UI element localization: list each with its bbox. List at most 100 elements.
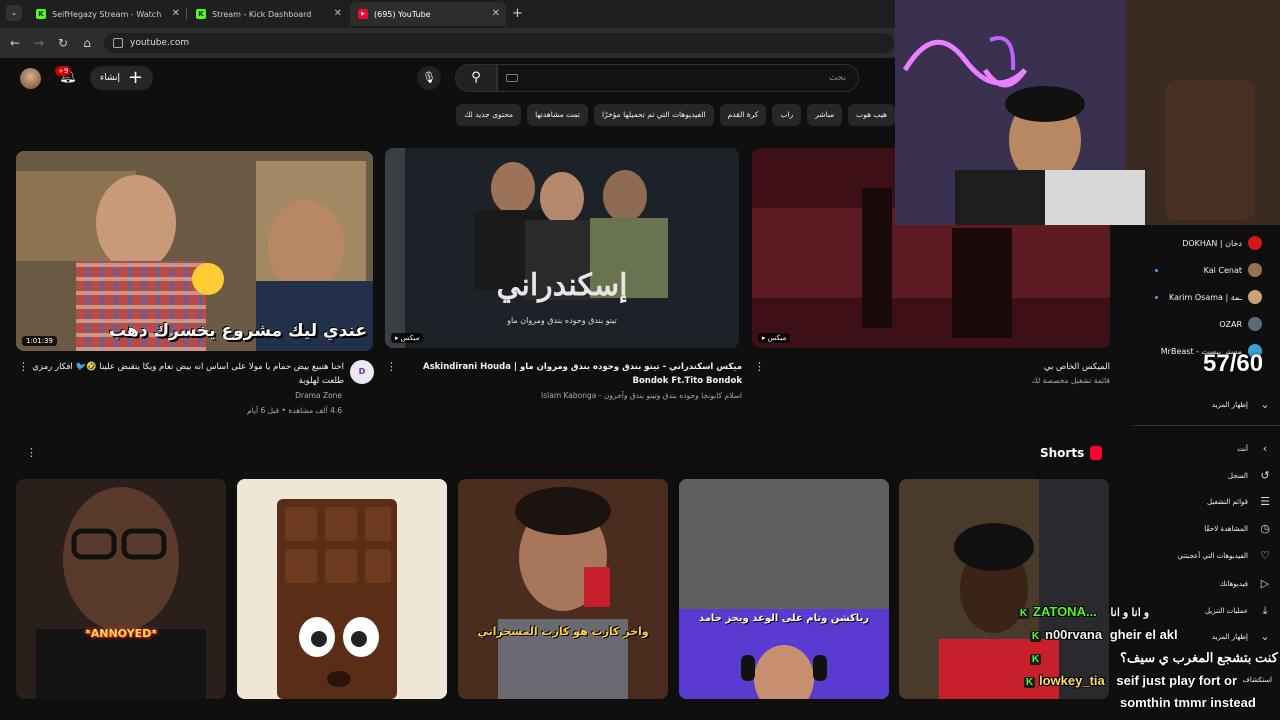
- create-label: إنشاء: [100, 73, 121, 83]
- chat-text: somthin tmmr instead: [1120, 695, 1256, 710]
- shorts-more-icon[interactable]: ⋮: [26, 446, 37, 459]
- back-arrow-icon[interactable]: ←: [8, 36, 22, 50]
- forward-arrow-icon[interactable]: →: [32, 36, 46, 50]
- subscription-ozar[interactable]: OZAR: [1219, 316, 1262, 332]
- thumbs-up-icon: ♡: [1260, 549, 1270, 562]
- close-tab-icon[interactable]: ✕: [334, 8, 342, 19]
- download-icon: ⤓: [1262, 604, 1268, 617]
- short-art: [16, 479, 226, 699]
- kick-icon: K: [1030, 654, 1041, 665]
- new-tab-button[interactable]: +: [512, 6, 523, 21]
- kick-icon: K: [1030, 631, 1041, 642]
- chat-message: K كنت بتشجع المغرب ي سيف؟: [1030, 650, 1278, 665]
- channel-avatar: [1248, 317, 1262, 331]
- subscriptions-show-more[interactable]: ⌄ إظهار المزيد: [1212, 396, 1272, 414]
- video-thumbnail[interactable]: عندي ليك مشروع يخسرك دهب 1:01:39: [16, 151, 373, 351]
- you-item-playlists[interactable]: ☰ قوائم التشغيل: [1207, 493, 1272, 511]
- video-title[interactable]: احنا هنبيع بيض حمام يا مولا على اساس انه…: [30, 360, 344, 388]
- plus-icon: +: [128, 67, 144, 88]
- microphone-icon[interactable]: 🎙︎: [417, 66, 441, 90]
- filter-chips: هيب هوب مباشر راب كرة القدم الفيديوهات ا…: [455, 104, 895, 126]
- chip-recently-uploaded[interactable]: الفيديوهات التي تم تحميلها مؤخرًا: [593, 104, 714, 126]
- more-options-icon[interactable]: ⋮: [386, 360, 397, 373]
- more-options-icon[interactable]: ⋮: [18, 360, 29, 373]
- webcam-overlay: [895, 0, 1280, 225]
- chip-hiphop[interactable]: هيب هوب: [848, 104, 895, 126]
- url-field[interactable]: youtube.com: [104, 33, 894, 53]
- chat-message: Kn00rvana gheir el akl: [1030, 627, 1178, 642]
- reload-icon[interactable]: ↻: [56, 36, 70, 50]
- site-info-icon[interactable]: [113, 38, 123, 48]
- chip-live[interactable]: مباشر: [807, 104, 843, 126]
- short-card[interactable]: رياكشن وتام على الوعد ويجز جامد: [679, 479, 889, 699]
- chip-new-to-you[interactable]: محتوى جديد لك: [456, 104, 522, 126]
- chat-message: somthin tmmr instead: [1120, 695, 1256, 710]
- shorts-heading: Shorts: [1040, 446, 1103, 460]
- chat-message: K ZATONA... و انا و انا: [1018, 604, 1149, 619]
- short-caption: رياكشن وتام على الوعد ويجز جامد: [698, 613, 870, 624]
- close-tab-icon[interactable]: ✕: [172, 8, 180, 19]
- mix-badge: ▸ ميكس: [391, 333, 424, 343]
- search-button[interactable]: ⚲: [455, 64, 497, 92]
- tab-seifhegazy-stream[interactable]: K SeifHegazy Stream - Watch Live ✕: [28, 2, 186, 26]
- subscription-karim-osama[interactable]: Karim Osama | ـمة: [1169, 289, 1262, 305]
- account-avatar[interactable]: [20, 68, 41, 89]
- video-thumbnail[interactable]: إسكندراني تيتو بندق وحوده بندق ومروان ما…: [385, 148, 739, 348]
- short-card[interactable]: [899, 479, 1109, 699]
- video-meta: 4.6 ألف مشاهدة • قبل 6 أيام: [246, 406, 342, 415]
- chevron-right-icon: ›: [1262, 442, 1268, 455]
- thumbnail-caption: عندي ليك مشروع يخسرك دهب: [109, 321, 367, 341]
- more-options-icon[interactable]: ⋮: [754, 360, 765, 373]
- channel-avatar[interactable]: D: [350, 360, 374, 384]
- short-caption: واخر كارت هو كارت المسحراتي: [477, 625, 649, 638]
- divider: [1133, 425, 1280, 426]
- chat-username: ZATONA...: [1033, 604, 1097, 619]
- you-item-liked[interactable]: ♡ الفيديوهات التي أعجبتني: [1177, 547, 1272, 565]
- you-item-show-more[interactable]: ⌄ إظهار المزيد: [1212, 628, 1272, 646]
- video-title[interactable]: ميكس اسكندراني - تيتو بندق وحوده بندق وم…: [400, 360, 742, 388]
- new-content-dot: [1155, 296, 1158, 299]
- you-item-your-videos[interactable]: ▷ فيديوهاتك: [1220, 575, 1272, 593]
- subscription-kai-cenat[interactable]: Kai Cenat: [1204, 262, 1262, 278]
- video-title[interactable]: الميكس الخاص بي: [900, 360, 1110, 374]
- video-meta: اسلام كابونجا وحوده بندق وتيتو بندق وآخر…: [541, 391, 742, 400]
- tab-kick-dashboard[interactable]: K Stream - Kick Dashboard ✕: [188, 2, 348, 26]
- short-art: [458, 479, 668, 699]
- chevron-down-icon: ⌄: [1260, 630, 1270, 643]
- keyboard-icon[interactable]: [506, 74, 518, 82]
- search-input[interactable]: بحث: [497, 64, 859, 92]
- chip-watched[interactable]: تمت مشاهدتها: [527, 104, 588, 126]
- chat-username: lowkey_tia: [1039, 673, 1105, 688]
- chip-football[interactable]: كرة القدم: [719, 104, 767, 126]
- youtube-masthead: 🔔︎ +9 إنشاء + 🎙︎ ⚲ بحث: [0, 58, 895, 98]
- tab-search-button[interactable]: ⌄: [6, 5, 22, 21]
- channel-avatar: [1248, 263, 1262, 277]
- chip-rap[interactable]: راب: [772, 104, 802, 126]
- kick-icon: K: [196, 9, 206, 19]
- kick-icon: K: [36, 9, 46, 19]
- goal-counter: 57/60: [1203, 350, 1264, 377]
- notifications-badge: +9: [55, 66, 72, 76]
- mix-badge: ▸ ميكس: [758, 333, 791, 343]
- you-item-history[interactable]: ↺ السجل: [1228, 467, 1272, 485]
- create-button[interactable]: إنشاء +: [90, 66, 154, 90]
- you-item-watch-later[interactable]: ◷ المشاهدة لاحقًا: [1204, 520, 1272, 538]
- clock-icon: ◷: [1260, 522, 1270, 535]
- duration-badge: 1:01:39: [22, 336, 57, 346]
- kick-icon: K: [1024, 677, 1035, 688]
- short-card[interactable]: *ANNOYED*: [16, 479, 226, 699]
- you-section-header[interactable]: › أنت: [1237, 440, 1272, 458]
- channel-name[interactable]: Drama Zone: [30, 391, 342, 400]
- chat-text: كنت بتشجع المغرب ي سيف؟: [1120, 650, 1278, 665]
- chat-text: seif just play fort or: [1116, 673, 1238, 688]
- close-tab-icon[interactable]: ✕: [492, 8, 500, 19]
- tab-youtube[interactable]: ▶ (695) YouTube ✕: [350, 2, 506, 26]
- playlist-icon: ☰: [1260, 495, 1270, 508]
- home-icon[interactable]: ⌂: [80, 36, 94, 50]
- you-item-downloads[interactable]: ⤓ عمليات التنزيل: [1205, 602, 1272, 620]
- short-card[interactable]: [237, 479, 447, 699]
- subscription-dokhan[interactable]: DOKHAN | دخان: [1182, 235, 1262, 251]
- short-card[interactable]: واخر كارت هو كارت المسحراتي: [458, 479, 668, 699]
- thumbnail-caption: إسكندراني: [496, 268, 628, 303]
- search-icon: ⚲: [471, 70, 481, 85]
